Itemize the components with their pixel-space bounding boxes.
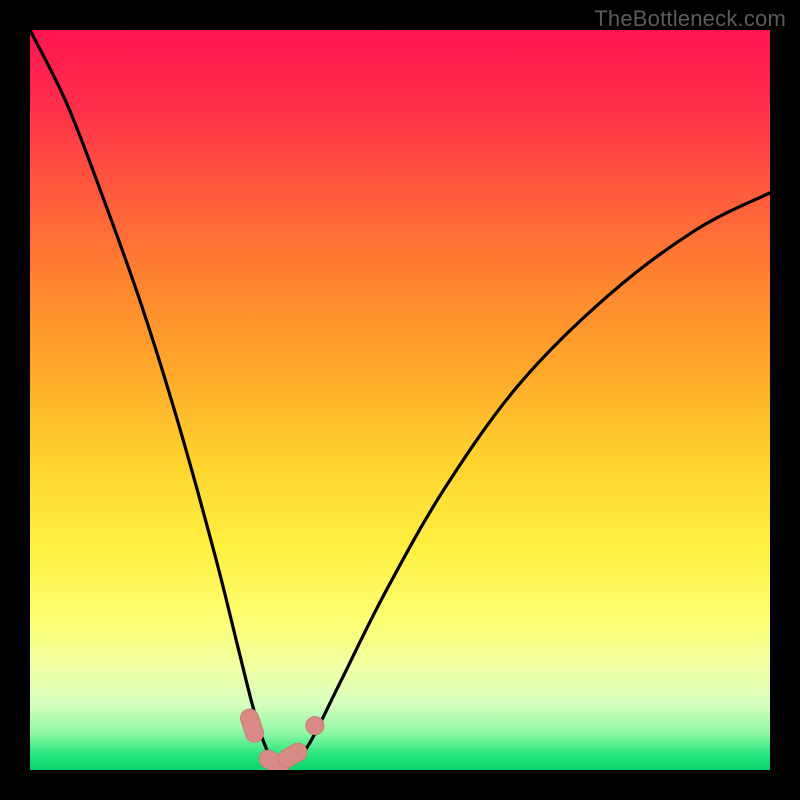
chart-frame: TheBottleneck.com — [0, 0, 800, 800]
bottleneck-curve — [30, 30, 770, 767]
watermark-text: TheBottleneck.com — [594, 6, 786, 32]
trough-marker — [238, 707, 266, 745]
trough-marker — [306, 717, 324, 735]
chart-svg — [30, 30, 770, 770]
plot-area — [30, 30, 770, 770]
